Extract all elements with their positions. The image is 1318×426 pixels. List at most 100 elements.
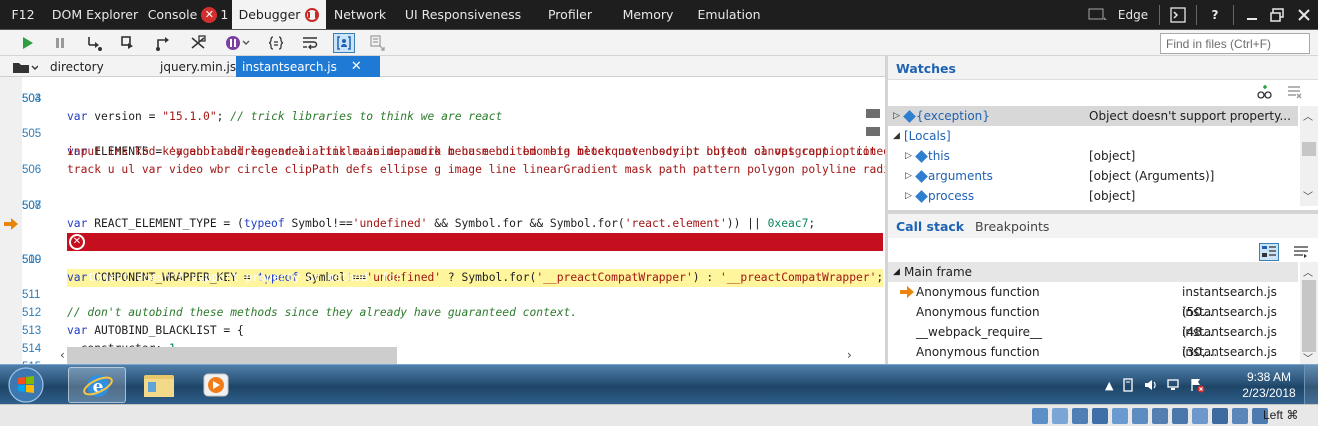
usb-icon[interactable] [1112, 408, 1128, 424]
tab-jquery-min-js[interactable]: jquery.min.js [160, 56, 236, 77]
audio-icon[interactable] [1072, 408, 1088, 424]
watches-scrollbar[interactable]: ︿ ﹀ [1300, 106, 1318, 206]
close-tab-icon[interactable]: ✕ [351, 59, 362, 74]
step-over-icon[interactable] [117, 33, 139, 53]
network-adapter-icon[interactable] [1092, 408, 1108, 424]
taskbar-media-player[interactable] [188, 367, 246, 403]
code-line: 505 var ELEMENTS = 'a abbr address area … [22, 128, 885, 158]
keyboard-capture-icon[interactable] [1232, 408, 1248, 424]
find-in-files-input[interactable] [1160, 33, 1310, 54]
hard-disk-icon[interactable] [1032, 408, 1048, 424]
code-line: 507 var REACT_ELEMENT_TYPE = (typeof Sym… [22, 200, 816, 230]
break-on-new-worker-icon[interactable] [187, 33, 209, 53]
break-button[interactable] [49, 33, 71, 53]
delete-all-watches-icon[interactable] [1286, 84, 1302, 100]
mouse-integration-icon[interactable] [1212, 408, 1228, 424]
windows-taskbar: e ▲ 9:38 AM 2/23/2018 [0, 364, 1318, 405]
code-line: track u ul var video wbr circle clipPath… [67, 163, 885, 176]
watch-row-this[interactable]: ▷ this [object] [888, 146, 1298, 166]
scroll-right-icon[interactable]: › [847, 348, 852, 362]
step-into-icon[interactable] [84, 33, 106, 53]
tab-dom-explorer[interactable]: DOM Explorer [46, 0, 144, 29]
optical-drive-icon[interactable] [1052, 408, 1068, 424]
callstack-frame[interactable]: Anonymous function instantsearch.js (30,… [888, 342, 1298, 379]
help-button[interactable]: ? [1203, 0, 1227, 30]
just-my-code-icon[interactable] [333, 33, 355, 53]
side-panels: Watches ▷ {exception} Object doesn't sup… [888, 56, 1318, 379]
network-icon[interactable] [1166, 377, 1182, 393]
exception-behavior-icon[interactable] [222, 33, 252, 53]
callstack-group-main-frame[interactable]: ◢ Main frame [888, 262, 1298, 282]
taskbar-clock[interactable]: 9:38 AM 2/23/2018 [1236, 369, 1302, 401]
pretty-print-icon[interactable] [265, 33, 287, 53]
scroll-up-icon[interactable]: ︿ [1303, 108, 1313, 123]
taskbar-file-explorer[interactable] [130, 367, 188, 403]
callstack-frame[interactable]: __webpack_require__ instantsearch.js (30… [888, 322, 1298, 359]
tab-emulation[interactable]: Emulation [688, 0, 770, 29]
continue-button[interactable] [16, 33, 38, 53]
watch-row-process[interactable]: ▷ process [object] [888, 186, 1298, 206]
show-hidden-icons-icon[interactable]: ▲ [1105, 379, 1113, 392]
shared-folders-icon[interactable] [1132, 408, 1148, 424]
tab-profiler[interactable]: Profiler [532, 0, 608, 29]
source-map-icon[interactable] [367, 33, 389, 53]
callstack-frame[interactable]: Anonymous function instantsearch.js (48.… [888, 302, 1298, 339]
close-icon[interactable] [1290, 0, 1318, 30]
action-center-warning-icon[interactable] [1189, 377, 1205, 393]
tab-instantsearch-js[interactable]: instantsearch.js ✕ [236, 56, 380, 77]
tab-debugger[interactable]: Debugger [232, 0, 326, 29]
start-button[interactable] [6, 366, 46, 404]
console-toggle-icon[interactable] [1166, 0, 1190, 30]
folder-icon [144, 375, 174, 397]
system-tray: ▲ [1105, 365, 1205, 405]
video-capture-icon[interactable] [1172, 408, 1188, 424]
tab-console[interactable]: Console ✕ 1 [144, 0, 232, 29]
break-paused-icon [305, 7, 320, 22]
tab-ui-responsiveness[interactable]: UI Responsiveness [394, 0, 532, 29]
show-desktop-button[interactable] [1304, 365, 1318, 405]
vm-device-icons [1032, 408, 1268, 424]
tab-call-stack[interactable]: Call stack [896, 219, 964, 234]
tab-memory[interactable]: Memory [608, 0, 688, 29]
code-line: 503 var version = "15.1.0"; // trick lib… [22, 93, 503, 123]
scroll-down-icon[interactable]: ﹀ [1303, 188, 1313, 203]
show-async-frames-icon[interactable] [1292, 244, 1310, 260]
word-wrap-icon[interactable] [299, 33, 321, 53]
tab-breakpoints[interactable]: Breakpoints [975, 219, 1049, 234]
scroll-left-icon[interactable]: ‹ [60, 348, 65, 362]
step-out-icon[interactable] [152, 33, 174, 53]
tab-directory[interactable]: directory [50, 56, 104, 77]
restore-icon[interactable] [1264, 0, 1290, 30]
horizontal-scrollbar-thumb[interactable] [67, 347, 397, 364]
browser-mode-select[interactable]: Edge [1113, 0, 1153, 30]
minimize-icon[interactable] [1240, 0, 1264, 30]
code-line: input ins kbd keygen label legend li lin… [67, 145, 885, 158]
open-document-icon[interactable] [10, 56, 40, 77]
usb-device-icon[interactable] [1120, 377, 1136, 393]
vt-x-icon[interactable] [1192, 408, 1208, 424]
code-line: 514 render: 1, [22, 343, 149, 364]
watch-row-exception[interactable]: ▷ {exception} Object doesn't support pro… [888, 106, 1298, 126]
watch-row-arguments[interactable]: ▷ arguments [object (Arguments)] [888, 166, 1298, 186]
callstack-frame[interactable]: Anonymous function instantsearch.js (50.… [888, 282, 1298, 319]
tab-network[interactable]: Network [326, 0, 394, 29]
watches-header: Watches [888, 56, 1318, 80]
callstack-scrollbar[interactable]: ︿ ﹀ [1300, 262, 1318, 365]
scroll-up-icon[interactable]: ︿ [1303, 264, 1313, 279]
exception-line: ✕ Object doesn't support property or met… [0, 233, 885, 284]
watches-toolbar [1256, 84, 1302, 100]
taskbar-internet-explorer[interactable]: e [68, 367, 126, 403]
add-watch-icon[interactable] [1256, 84, 1272, 100]
scroll-down-icon[interactable]: ﹀ [1303, 350, 1313, 365]
error-marker [866, 109, 880, 118]
current-statement-arrow-icon [4, 218, 18, 230]
code-line: 513 constructor: 1, [22, 325, 183, 355]
code-editor[interactable]: 503 var version = "15.1.0"; // trick lib… [0, 77, 885, 364]
current-frame-arrow-icon [900, 286, 914, 298]
watch-row-locals[interactable]: ◢ [Locals] [888, 126, 1298, 146]
debugger-toolbar [0, 30, 1318, 56]
device-monitor-icon[interactable] [1083, 0, 1113, 30]
volume-icon[interactable] [1143, 377, 1159, 393]
display-icon[interactable] [1152, 408, 1168, 424]
show-native-code-icon[interactable] [1259, 243, 1279, 261]
